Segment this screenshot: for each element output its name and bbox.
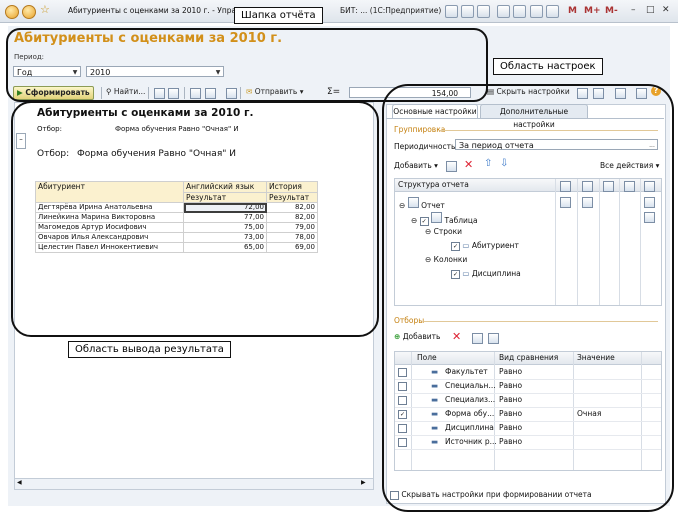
maximize-button[interactable]: □ <box>646 5 655 15</box>
memory-minus-button[interactable]: M- <box>605 6 618 16</box>
calendar-icon[interactable] <box>546 5 559 18</box>
settings-area-callout <box>382 84 674 512</box>
window-title: Абитуриенты с оценками за 2010 г. - Упра… <box>68 6 255 15</box>
app-logo-icon[interactable] <box>5 5 19 19</box>
main-menu-icon[interactable] <box>22 5 36 19</box>
print-icon[interactable] <box>461 5 474 18</box>
scroll-right-icon[interactable]: ▶ <box>361 479 366 486</box>
minimize-button[interactable]: – <box>631 5 636 15</box>
memory-plus-button[interactable]: M+ <box>584 6 601 16</box>
close-button[interactable]: ✕ <box>662 5 670 15</box>
output-area-annotation: Область вывода результата <box>68 341 231 358</box>
preview-icon[interactable] <box>477 5 490 18</box>
save-icon[interactable] <box>445 5 458 18</box>
memory-m-button[interactable]: M <box>568 6 577 16</box>
header-area-annotation: Шапка отчёта <box>234 7 323 24</box>
calculator-icon[interactable] <box>530 5 543 18</box>
favorites-icon[interactable] <box>497 5 510 18</box>
history-icon[interactable] <box>513 5 526 18</box>
horizontal-scrollbar[interactable]: ◀ ▶ <box>15 478 373 489</box>
favorites-star-icon[interactable]: ☆ <box>40 3 50 16</box>
window-title-tail: БИТ: ... (1С:Предприятие) <box>340 6 442 15</box>
output-area-callout <box>11 101 379 337</box>
settings-area-annotation: Область настроек <box>493 58 603 75</box>
scroll-left-icon[interactable]: ◀ <box>17 479 22 486</box>
